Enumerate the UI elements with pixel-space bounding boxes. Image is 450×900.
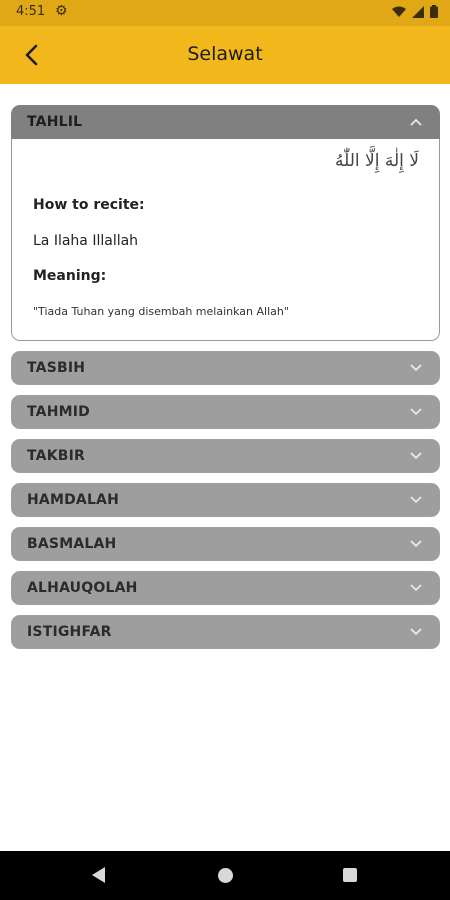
accordion-istighfar: ISTIGHFAR — [11, 615, 440, 649]
nav-recents-icon[interactable] — [343, 868, 357, 882]
accordion-header-istighfar[interactable]: ISTIGHFAR — [11, 615, 440, 649]
accordion-tahlil: TAHLIL لَا إِلٰهَ إِلَّا اللّٰهُ How to … — [11, 105, 440, 341]
selawat-list: TAHLIL لَا إِلٰهَ إِلَّا اللّٰهُ How to … — [11, 105, 440, 659]
chevron-down-icon — [410, 540, 422, 548]
accordion-takbir: TAKBIR — [11, 439, 440, 473]
chevron-up-icon — [410, 118, 422, 126]
accordion-header-takbir[interactable]: TAKBIR — [11, 439, 440, 473]
chevron-down-icon — [410, 496, 422, 504]
accordion-header-basmalah[interactable]: BASMALAH — [11, 527, 440, 561]
chevron-down-icon — [410, 364, 422, 372]
accordion-basmalah: BASMALAH — [11, 527, 440, 561]
accordion-label: ALHAUQOLAH — [27, 580, 138, 596]
accordion-label: BASMALAH — [27, 536, 117, 552]
signal-icon — [412, 5, 424, 18]
chevron-down-icon — [410, 584, 422, 592]
accordion-header-tahmid[interactable]: TAHMID — [11, 395, 440, 429]
meaning-label: Meaning: — [33, 268, 107, 284]
accordion-label: TAHLIL — [27, 114, 83, 130]
accordion-tasbih: TASBIH — [11, 351, 440, 385]
app-bar: Selawat — [0, 26, 450, 84]
nav-back-icon[interactable] — [90, 866, 106, 884]
battery-icon — [430, 5, 438, 18]
accordion-tahmid: TAHMID — [11, 395, 440, 429]
accordion-label: TAHMID — [27, 404, 90, 420]
meaning-text: "Tiada Tuhan yang disembah melainkan All… — [33, 305, 289, 318]
accordion-alhauqolah: ALHAUQOLAH — [11, 571, 440, 605]
accordion-label: HAMDALAH — [27, 492, 120, 508]
how-to-recite-label: How to recite: — [33, 197, 145, 213]
accordion-header-hamdalah[interactable]: HAMDALAH — [11, 483, 440, 517]
chevron-down-icon — [410, 408, 422, 416]
accordion-label: ISTIGHFAR — [27, 624, 112, 640]
recite-text: La Ilaha Illallah — [33, 233, 139, 249]
gear-icon: ⚙ — [55, 3, 68, 19]
wifi-icon — [392, 6, 406, 17]
accordion-body-tahlil: لَا إِلٰهَ إِلَّا اللّٰهُ How to recite:… — [11, 139, 440, 341]
accordion-label: TASBIH — [27, 360, 86, 376]
accordion-header-alhauqolah[interactable]: ALHAUQOLAH — [11, 571, 440, 605]
accordion-hamdalah: HAMDALAH — [11, 483, 440, 517]
chevron-down-icon — [410, 452, 422, 460]
system-nav-bar — [0, 851, 450, 900]
status-bar: 4:51 ⚙ — [0, 0, 450, 26]
status-indicators — [392, 5, 438, 18]
status-time: 4:51 — [16, 4, 46, 19]
page-title: Selawat — [187, 43, 263, 65]
accordion-header-tasbih[interactable]: TASBIH — [11, 351, 440, 385]
accordion-label: TAKBIR — [27, 448, 86, 464]
nav-home-icon[interactable] — [218, 868, 233, 883]
arabic-text: لَا إِلٰهَ إِلَّا اللّٰهُ — [335, 151, 419, 171]
accordion-header-tahlil[interactable]: TAHLIL — [11, 105, 440, 139]
chevron-down-icon — [410, 628, 422, 636]
